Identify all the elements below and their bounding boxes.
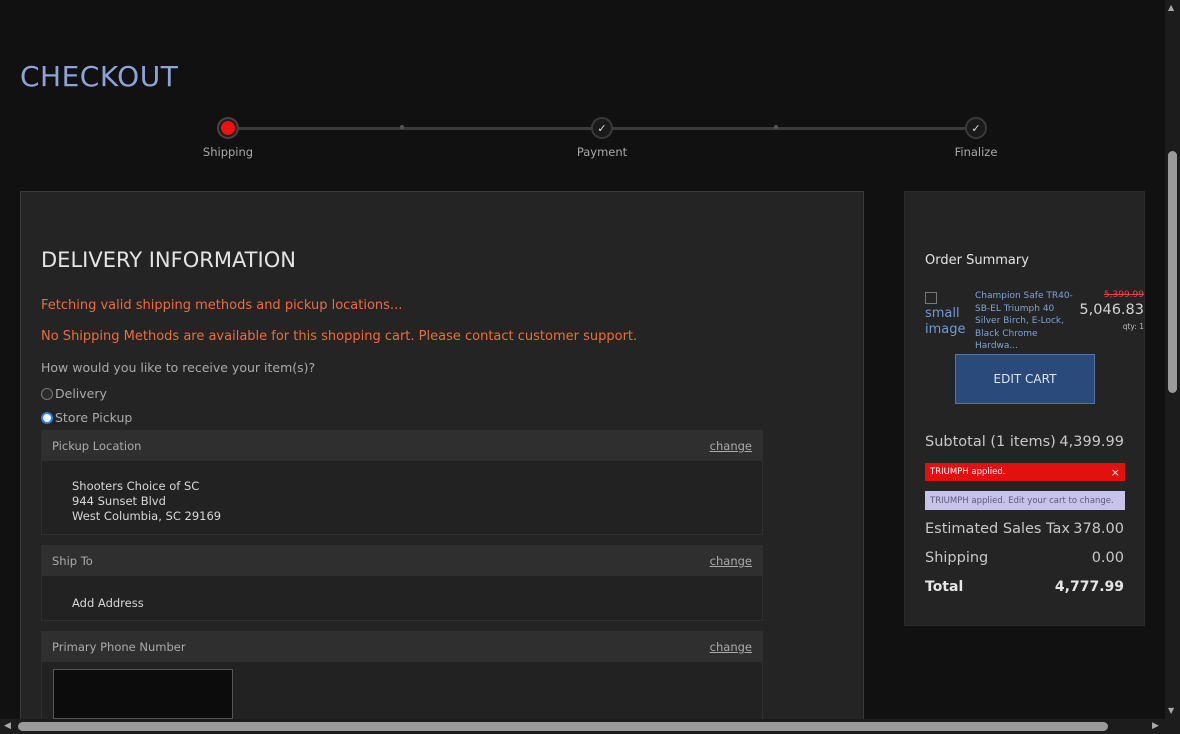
subtotal-row: Subtotal (1 items) 4,399.99 (925, 434, 1124, 450)
subtotal-value: 4,399.99 (1059, 434, 1124, 450)
order-summary-title: Order Summary (925, 253, 1029, 268)
total-row: Total 4,777.99 (925, 579, 1124, 595)
product-old-price: 5,399.99 (1103, 290, 1144, 300)
tax-value: 378.00 (1073, 521, 1124, 537)
phone-title: Primary Phone Number (52, 640, 186, 654)
delivery-option-label: Delivery (55, 386, 107, 401)
horizontal-scroll-thumb[interactable] (18, 722, 1108, 731)
order-summary: Order Summary small image Champion Safe … (904, 191, 1145, 626)
delivery-option[interactable]: Delivery (41, 386, 107, 401)
phone-input[interactable] (53, 669, 233, 719)
step-payment-label: Payment (576, 145, 628, 159)
tax-row: Estimated Sales Tax 378.00 (925, 521, 1124, 537)
total-value: 4,777.99 (1054, 579, 1124, 595)
step-payment[interactable]: ✓ Payment (552, 117, 652, 159)
delivery-panel: DELIVERY INFORMATION Fetching valid ship… (20, 191, 864, 732)
product-name[interactable]: Champion Safe TR40-SB-EL Triumph 40 Silv… (975, 290, 1079, 353)
shipping-value: 0.00 (1091, 550, 1124, 566)
pickup-location-box: Pickup Location change Shooters Choice o… (41, 430, 763, 535)
ship-to-body: Add Address (42, 576, 762, 629)
step-shipping-indicator (217, 117, 239, 139)
shipping-row: Shipping 0.00 (925, 550, 1124, 566)
phone-change-link[interactable]: change (710, 640, 752, 654)
vertical-scroll-thumb[interactable] (1168, 151, 1177, 393)
pickup-street: 944 Sunset Blvd (72, 494, 166, 508)
promo-applied-text: TRIUMPH applied. (930, 467, 1006, 477)
promo-note: TRIUMPH applied. Edit your cart to chang… (925, 491, 1125, 510)
no-shipping-message: No Shipping Methods are available for th… (41, 329, 638, 344)
ship-to-change-link[interactable]: change (710, 554, 752, 568)
scroll-left-icon[interactable]: ◀ (4, 721, 11, 731)
fetching-message: Fetching valid shipping methods and pick… (41, 298, 403, 313)
product-image[interactable]: small image (925, 290, 967, 338)
tax-label: Estimated Sales Tax (925, 521, 1070, 537)
page-title: CHECKOUT (20, 60, 179, 93)
ship-to-title: Ship To (52, 554, 93, 568)
delivery-title: DELIVERY INFORMATION (41, 248, 296, 272)
total-label: Total (925, 579, 964, 595)
add-address-link[interactable]: Add Address (72, 596, 144, 610)
pickup-location-header: Pickup Location change (42, 431, 762, 461)
step-shipping[interactable]: Shipping (178, 117, 278, 159)
store-pickup-option-label: Store Pickup (55, 410, 133, 425)
pickup-city: West Columbia, SC 29169 (72, 509, 222, 523)
scroll-up-icon[interactable]: ▲ (1168, 3, 1174, 12)
pickup-store-name: Shooters Choice of SC (72, 479, 200, 493)
delivery-radio[interactable] (41, 387, 53, 400)
pickup-address: Shooters Choice of SC 944 Sunset Blvd We… (42, 461, 762, 542)
phone-header: Primary Phone Number change (42, 632, 762, 662)
promo-applied-banner: TRIUMPH applied. × (925, 463, 1125, 481)
store-pickup-option[interactable]: Store Pickup (41, 410, 132, 425)
broken-image-icon (925, 291, 937, 304)
check-icon: ✓ (965, 117, 987, 139)
step-shipping-label: Shipping (202, 145, 254, 159)
receive-question: How would you like to receive your item(… (41, 360, 316, 375)
pickup-change-link[interactable]: change (710, 439, 752, 453)
check-icon: ✓ (591, 117, 613, 139)
progress-dot (400, 125, 404, 129)
scroll-right-icon[interactable]: ▶ (1152, 721, 1159, 731)
step-finalize[interactable]: ✓ Finalize (926, 117, 1026, 159)
pickup-location-title: Pickup Location (52, 439, 142, 453)
shipping-label: Shipping (925, 550, 989, 566)
step-finalize-label: Finalize (954, 145, 998, 159)
product-image-alt: small image (925, 306, 966, 337)
store-pickup-radio[interactable] (41, 411, 53, 424)
progress-dot (774, 125, 778, 129)
ship-to-header: Ship To change (42, 546, 762, 576)
subtotal-label: Subtotal (1 items) (925, 434, 1056, 450)
close-icon[interactable]: × (1111, 466, 1120, 479)
product-price: 5,046.83 (1079, 302, 1144, 318)
product-qty: qty: 1 (1122, 322, 1144, 331)
edit-cart-button[interactable]: EDIT CART (955, 354, 1095, 404)
ship-to-box: Ship To change Add Address (41, 545, 763, 621)
scrollbar-corner (1165, 719, 1180, 734)
checkout-progress: Shipping ✓ Payment ✓ Finalize (203, 117, 997, 167)
horizontal-scrollbar[interactable]: ◀ ▶ (0, 719, 1165, 734)
phone-box: Primary Phone Number change (41, 631, 763, 732)
scroll-down-icon[interactable]: ▼ (1168, 706, 1174, 715)
vertical-scrollbar[interactable]: ▲ ▼ (1165, 0, 1180, 719)
